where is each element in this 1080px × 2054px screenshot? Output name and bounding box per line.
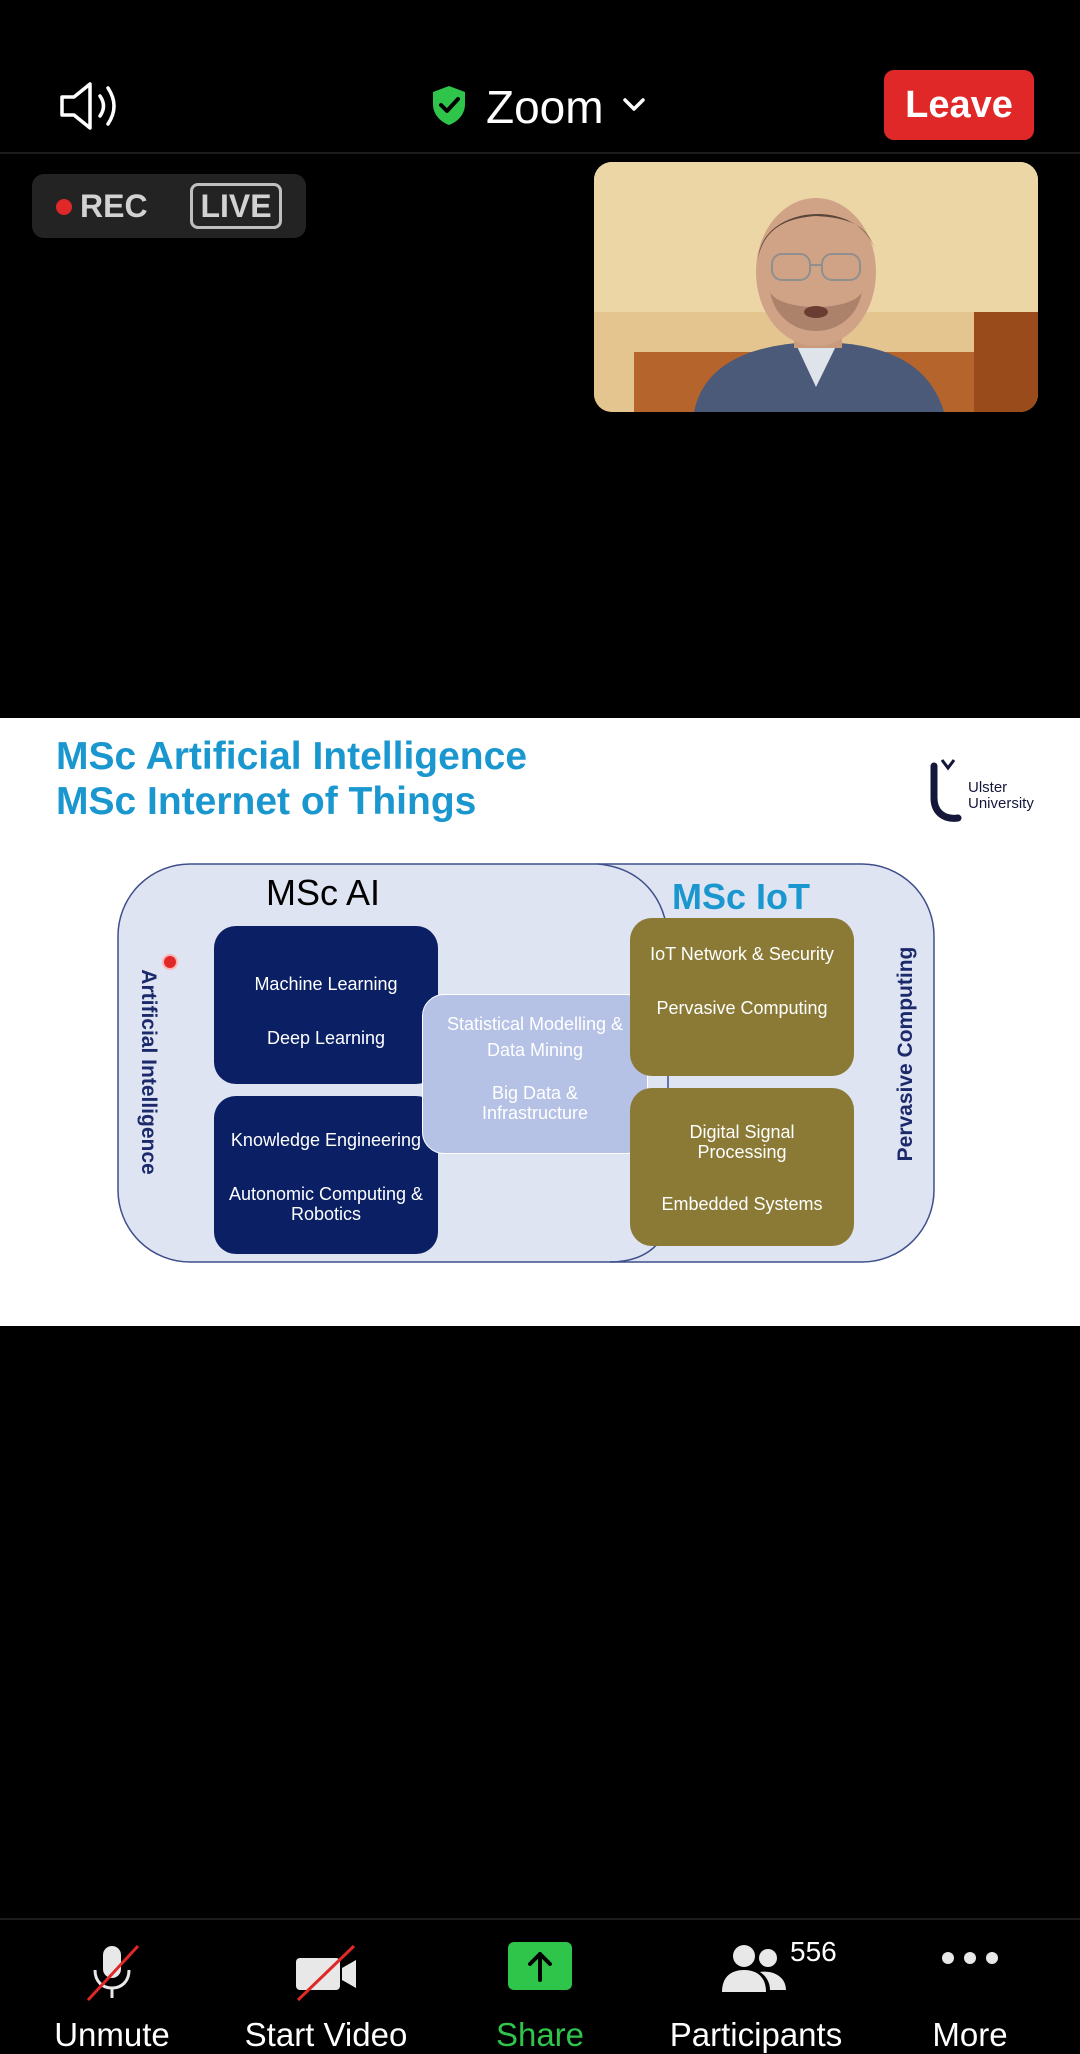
unmute-button[interactable]: Unmute xyxy=(40,1920,184,2053)
digital-signal-processing-box: Digital Signal Processing Embedded Syste… xyxy=(630,1088,854,1246)
meeting-top-bar: Zoom Leave xyxy=(0,0,1080,154)
statistical-modelling-box: Statistical Modelling & Data Mining Big … xyxy=(422,994,648,1154)
leave-button[interactable]: Leave xyxy=(884,70,1034,140)
participants-label: Participants xyxy=(669,2016,843,2053)
more-button[interactable]: More xyxy=(920,1920,1020,2053)
meeting-toolbar: Unmute Start Video Share 556 Participant… xyxy=(0,1918,1080,2053)
share-label: Share xyxy=(495,2016,585,2053)
recording-indicator[interactable]: REC LIVE xyxy=(32,174,306,238)
live-badge: LIVE xyxy=(190,183,282,229)
participant-video-tile[interactable] xyxy=(594,162,1038,412)
record-dot-icon xyxy=(56,199,72,215)
video-off-icon xyxy=(290,1940,362,2009)
start-video-label: Start Video xyxy=(244,2016,408,2053)
shield-check-icon xyxy=(430,84,468,131)
start-video-button[interactable]: Start Video xyxy=(236,1920,416,2053)
share-button[interactable]: Share xyxy=(480,1920,600,2053)
knowledge-engineering-box: Knowledge Engineering Autonomic Computin… xyxy=(214,1096,438,1254)
participants-count: 556 xyxy=(790,1936,837,1967)
participants-icon xyxy=(720,1942,788,1999)
chevron-down-icon xyxy=(622,97,646,118)
more-label: More xyxy=(932,2016,1008,2053)
unmute-label: Unmute xyxy=(54,2016,170,2053)
meeting-title-selector[interactable]: Zoom xyxy=(430,78,646,136)
participant-video-frame xyxy=(594,162,1038,412)
msc-ai-heading: MSc AI xyxy=(266,872,381,913)
machine-learning-box: Machine Learning Deep Learning xyxy=(214,926,438,1084)
mic-off-icon xyxy=(80,1940,144,2009)
meeting-title: Zoom xyxy=(486,81,604,133)
speaker-icon[interactable] xyxy=(58,80,124,132)
rec-label: REC xyxy=(80,188,148,224)
shared-screen-slide: MSc Artificial Intelligence MSc Internet… xyxy=(0,718,1080,1326)
participants-button[interactable]: 556 Participants xyxy=(664,1920,848,2053)
iot-network-security-box: IoT Network & Security Pervasive Computi… xyxy=(630,918,854,1076)
msc-iot-heading: MSc IoT xyxy=(672,876,811,917)
pervasive-computing-vertical-label: Pervasive Computing xyxy=(894,946,917,1162)
laser-pointer-icon xyxy=(162,954,178,970)
share-up-arrow-icon xyxy=(508,1942,572,1995)
artificial-intelligence-vertical-label: Artificial Intelligence xyxy=(137,969,160,1175)
more-dots-icon xyxy=(940,1950,1000,1971)
